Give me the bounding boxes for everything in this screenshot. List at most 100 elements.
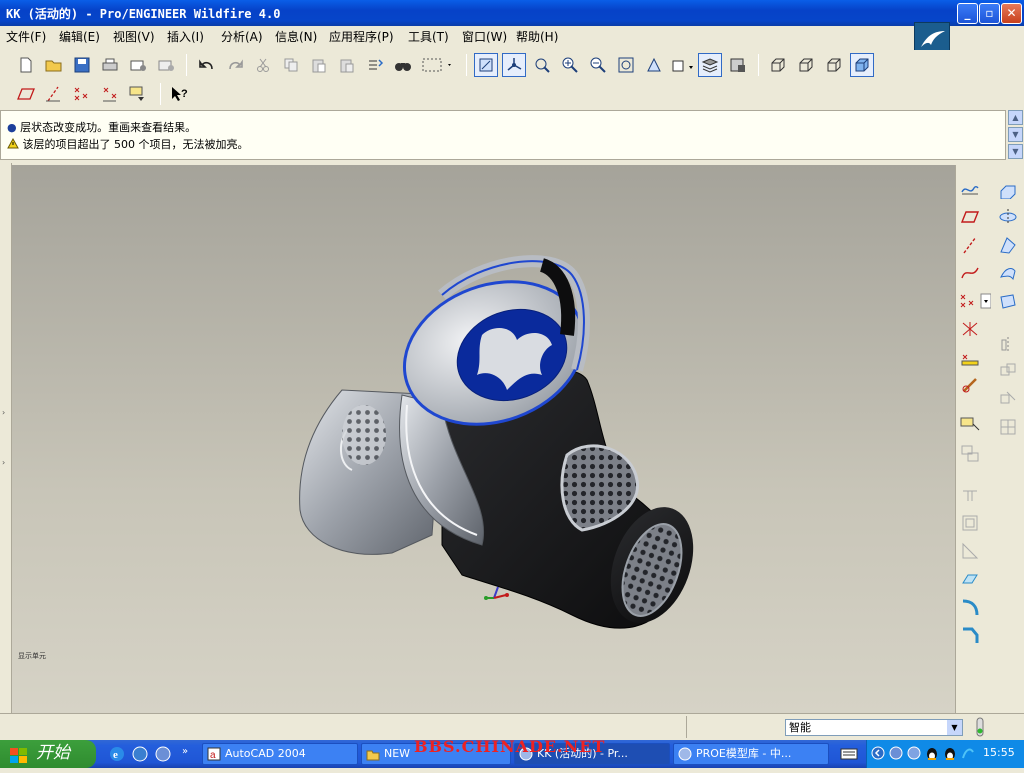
quicklaunch-app-icon[interactable] (131, 745, 149, 766)
expand-arrow-icon[interactable]: › (2, 458, 5, 467)
selection-filter-select[interactable]: 智能 ▼ (785, 719, 963, 736)
menu-applications[interactable]: 应用程序(P) (329, 28, 394, 45)
chamfer-icon[interactable] (958, 623, 982, 647)
spin-center-icon[interactable] (502, 53, 526, 77)
menu-window[interactable]: 窗口(W) (462, 28, 507, 45)
quicklaunch-proe-icon[interactable] (154, 745, 172, 766)
sketch-icon[interactable] (958, 177, 982, 201)
wireframe-icon[interactable] (766, 53, 790, 77)
shading-icon[interactable] (850, 53, 874, 77)
graphics-viewport[interactable] (12, 165, 955, 713)
view-manager-icon[interactable] (726, 53, 750, 77)
annotation-display-icon[interactable] (126, 82, 150, 106)
hidden-line-icon[interactable] (794, 53, 818, 77)
menu-file[interactable]: 文件(F) (6, 28, 46, 45)
menu-help[interactable]: 帮助(H) (516, 28, 558, 45)
minimize-button[interactable]: _ (957, 3, 978, 24)
chain-datum-icon[interactable] (958, 373, 982, 397)
paste-icon[interactable] (307, 53, 331, 77)
gas-mask-model[interactable] (12, 165, 955, 713)
merge-icon[interactable] (996, 359, 1020, 383)
annotation-feature-icon[interactable] (958, 413, 982, 437)
copy-icon[interactable] (279, 53, 303, 77)
regenerate-icon[interactable] (363, 53, 387, 77)
taskbar-item-browser[interactable]: PROE模型库 - 中... (673, 743, 829, 765)
redo-icon[interactable] (223, 53, 247, 77)
datum-plane-icon[interactable] (958, 205, 982, 229)
extrude-icon[interactable] (996, 177, 1020, 201)
toolbar-datum-display: ? (0, 80, 1024, 108)
paste-special-icon[interactable] (335, 53, 359, 77)
qq-penguin-icon[interactable] (943, 746, 957, 763)
coordinate-system-icon[interactable] (958, 317, 982, 341)
coordinate-system-display-icon[interactable] (98, 82, 122, 106)
message-scrollbar[interactable]: ▲ ▼ ▼ (1007, 110, 1024, 160)
navigator-collapsed-panel[interactable]: › › (0, 163, 12, 713)
ie-quicklaunch-icon[interactable]: e (108, 745, 126, 766)
undo-icon[interactable] (195, 53, 219, 77)
style-icon[interactable] (996, 289, 1020, 313)
refit-icon[interactable] (614, 53, 638, 77)
zoom-out-icon[interactable] (586, 53, 610, 77)
chevron-down-icon[interactable]: ▼ (947, 720, 962, 735)
menu-insert[interactable]: 插入(I) (167, 28, 204, 45)
restore-button[interactable]: ▫ (979, 3, 1000, 24)
scroll-down-icon[interactable]: ▼ (1008, 144, 1023, 159)
cut-icon[interactable] (251, 53, 275, 77)
datum-axis-display-icon[interactable] (42, 82, 66, 106)
selection-box-dropdown[interactable] (419, 53, 455, 77)
reorient-icon[interactable] (642, 53, 666, 77)
start-button[interactable]: 开始 (0, 740, 96, 768)
datum-plane-display-icon[interactable] (14, 82, 38, 106)
orient-mode-icon[interactable] (530, 53, 554, 77)
datum-curve-icon[interactable] (958, 261, 982, 285)
keyboard-icon[interactable] (840, 747, 858, 764)
menu-view[interactable]: 视图(V) (113, 28, 155, 45)
layers-icon[interactable] (698, 53, 722, 77)
clock[interactable]: 15:55 (983, 746, 1015, 759)
draft-icon[interactable] (958, 567, 982, 591)
send-attach-icon[interactable] (154, 53, 178, 77)
dimension-icon[interactable] (958, 441, 982, 465)
redraw-icon[interactable] (474, 53, 498, 77)
boundary-blend-icon[interactable] (996, 261, 1020, 285)
shell-icon[interactable] (958, 511, 982, 535)
tray-expand-icon[interactable] (871, 746, 885, 763)
menu-analysis[interactable]: 分析(A) (221, 28, 263, 45)
round-icon[interactable] (958, 595, 982, 619)
menu-info[interactable]: 信息(N) (275, 28, 317, 45)
revolve-icon[interactable] (996, 205, 1020, 229)
find-binoculars-icon[interactable] (391, 53, 415, 77)
menu-tools[interactable]: 工具(T) (408, 28, 449, 45)
context-help-icon[interactable]: ? (168, 82, 192, 106)
datum-point-icon[interactable] (958, 289, 992, 313)
rib-icon[interactable] (958, 539, 982, 563)
quicklaunch-more-icon[interactable]: » (182, 746, 188, 757)
scroll-mid-icon[interactable]: ▼ (1008, 127, 1023, 142)
new-file-icon[interactable] (14, 53, 38, 77)
saved-views-dropdown[interactable] (670, 53, 696, 77)
analysis-feature-icon[interactable] (958, 345, 982, 369)
send-mail-icon[interactable] (126, 53, 150, 77)
datum-axis-icon[interactable] (958, 233, 982, 257)
mirror-icon[interactable] (996, 333, 1020, 357)
tray-app-icon[interactable] (961, 746, 975, 763)
menu-edit[interactable]: 编辑(E) (59, 28, 100, 45)
hole-icon[interactable] (958, 483, 982, 507)
close-button[interactable]: ✕ (1001, 3, 1022, 24)
expand-arrow-icon[interactable]: › (2, 408, 5, 417)
no-hidden-icon[interactable] (822, 53, 846, 77)
sweep-icon[interactable] (996, 233, 1020, 257)
zoom-in-icon[interactable] (558, 53, 582, 77)
pattern-icon[interactable] (996, 415, 1020, 439)
print-icon[interactable] (98, 53, 122, 77)
scroll-up-icon[interactable]: ▲ (1008, 110, 1023, 125)
taskbar-item-autocad[interactable]: a AutoCAD 2004 (202, 743, 358, 765)
qq-penguin-icon[interactable] (925, 746, 939, 763)
tray-app-icon[interactable] (907, 746, 921, 763)
datum-point-display-icon[interactable] (70, 82, 94, 106)
trim-icon[interactable] (996, 387, 1020, 411)
open-folder-icon[interactable] (42, 53, 66, 77)
save-icon[interactable] (70, 53, 94, 77)
tray-app-icon[interactable] (889, 746, 903, 763)
